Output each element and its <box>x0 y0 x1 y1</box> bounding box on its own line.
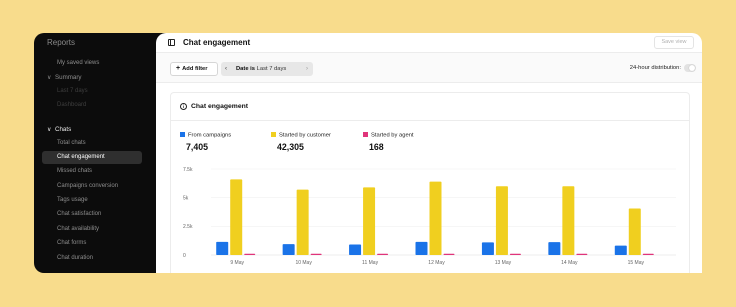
distribution-toggle[interactable] <box>684 64 696 72</box>
bar-chart: 7.5k 5k 2.5k 0 9 May 10 May 11 May 12 May 13 May… <box>183 167 676 266</box>
sidebar-title: Reports <box>47 38 76 47</box>
x-tick-label: 14 May <box>561 260 578 266</box>
sidebar-item-missed-chats[interactable]: Missed chats <box>42 165 142 178</box>
date-filter-key: Date is <box>236 66 256 72</box>
bar <box>310 253 322 255</box>
date-filter-text: Date is Last 7 days <box>236 62 286 76</box>
y-tick-label: 0 <box>183 253 186 259</box>
x-tick-label: 9 May <box>230 260 244 266</box>
bar <box>548 242 561 255</box>
x-tick-label: 10 May <box>295 260 312 266</box>
page-title: Chat engagement <box>183 38 251 47</box>
chart-card: i Chat engagement From campaigns 7,405 S… <box>170 92 690 273</box>
sidebar-item-dashboard[interactable]: Dashboard <box>42 99 142 112</box>
bar <box>562 186 575 255</box>
bar <box>429 181 442 255</box>
bar <box>244 253 256 255</box>
add-filter-button[interactable]: + Add filter <box>170 62 218 76</box>
chevron-right-icon[interactable]: › <box>306 62 308 76</box>
sidebar-item-chat-satisfaction[interactable]: Chat satisfaction <box>42 208 142 221</box>
sidebar-item-chat-forms[interactable]: Chat forms <box>42 237 142 250</box>
sidebar-item-chat-engagement[interactable]: Chat engagement <box>42 151 142 164</box>
bar <box>628 208 641 255</box>
top-bar: Chat engagement Save view <box>156 33 702 53</box>
bar <box>282 244 295 255</box>
chevron-down-icon: ∨ <box>47 75 52 81</box>
sidebar: Reports My saved views ∨ Summary Last 7 d… <box>34 33 170 273</box>
x-tick-label: 12 May <box>428 260 445 266</box>
bar <box>642 253 654 255</box>
bar <box>481 242 494 255</box>
bar <box>509 253 521 255</box>
sidebar-item-total-chats[interactable]: Total chats <box>42 137 142 150</box>
sidebar-item-last-7-days[interactable]: Last 7 days <box>42 85 142 98</box>
bar <box>614 245 627 255</box>
y-tick-label: 5k <box>183 195 189 201</box>
bar <box>495 186 508 255</box>
sidebar-item-tags-usage[interactable]: Tags usage <box>42 194 142 207</box>
save-view-button[interactable]: Save view <box>654 36 694 49</box>
sidebar-item-chat-availability[interactable]: Chat availability <box>42 223 142 236</box>
bar <box>349 244 362 255</box>
sidebar-item-campaigns-conversion[interactable]: Campaigns conversion <box>42 180 142 193</box>
x-tick-label: 15 May <box>628 260 645 266</box>
bar <box>377 253 389 255</box>
bar <box>363 187 376 255</box>
main-panel: Chat engagement Save view + Add filter ‹ … <box>156 33 702 273</box>
filter-toolbar: + Add filter ‹ Date is Last 7 days › 24-h… <box>156 53 702 83</box>
y-tick-label: 2.5k <box>183 224 193 230</box>
sidebar-group-chats[interactable]: ∨ Chats <box>42 123 71 137</box>
x-tick-label: 13 May <box>495 260 512 266</box>
bar <box>296 189 309 255</box>
bar <box>230 179 243 255</box>
y-tick-label: 7.5k <box>183 167 193 173</box>
bar <box>415 241 428 255</box>
plus-icon: + <box>176 65 181 72</box>
distribution-label: 24-hour distribution: <box>629 65 681 71</box>
sidebar-item-chat-duration[interactable]: Chat duration <box>42 252 142 265</box>
sidebar-item-saved-views[interactable]: My saved views <box>42 57 142 70</box>
chevron-down-icon: ∨ <box>47 127 52 133</box>
sidebar-toggle-icon[interactable] <box>168 39 175 46</box>
sidebar-group-summary[interactable]: ∨ Summary <box>42 71 81 85</box>
sidebar-group-label: Summary <box>55 74 82 81</box>
bar <box>576 253 588 255</box>
add-filter-label: Add filter <box>182 66 208 72</box>
date-filter-chip[interactable]: ‹ Date is Last 7 days › <box>221 62 313 76</box>
bar <box>443 253 455 255</box>
sidebar-group-label: Chats <box>55 126 72 133</box>
bar <box>216 241 229 255</box>
date-filter-value: Last 7 days <box>256 66 287 72</box>
x-tick-label: 11 May <box>362 260 379 266</box>
chevron-left-icon[interactable]: ‹ <box>225 62 227 76</box>
